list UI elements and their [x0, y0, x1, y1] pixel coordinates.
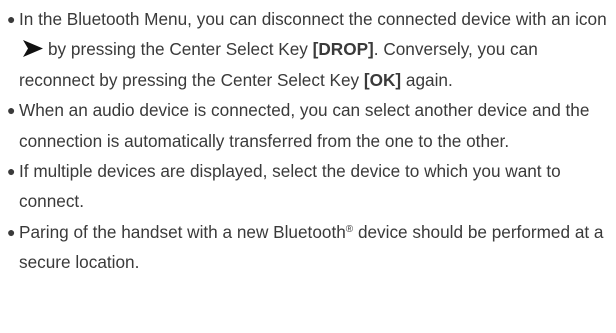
note-item: ● When an audio device is connected, you …: [7, 95, 612, 156]
bullet-icon: ●: [7, 163, 16, 180]
drop-key-label: [DROP]: [312, 39, 374, 60]
bullet-icon: ●: [7, 11, 16, 27]
note-item: ● Paring of the handset with a new Blueto…: [7, 217, 612, 278]
note-text: In the Bluetooth Menu, you can disconnec…: [19, 9, 607, 29]
connected-arrow-icon: [23, 40, 43, 58]
note-text: When an audio device is connected, you c…: [19, 100, 590, 151]
ok-key-label: [OK]: [363, 69, 402, 90]
note-text: again.: [405, 69, 453, 90]
note-text: by pressing the Center Select Key: [48, 39, 308, 60]
note-item: ● In the Bluetooth Menu, you can disconne…: [7, 4, 612, 95]
note-item: ● If multiple devices are displayed, sele…: [7, 156, 612, 217]
registered-mark: ®: [345, 223, 354, 235]
note-text: Paring of the handset with a new Bluetoo…: [19, 221, 346, 242]
bullet-icon: ●: [7, 102, 16, 119]
note-text: If multiple devices are displayed, selec…: [19, 161, 561, 212]
manual-page: ● In the Bluetooth Menu, you can disconne…: [0, 0, 616, 333]
notes-list: ● In the Bluetooth Menu, you can disconne…: [7, 4, 612, 278]
bullet-icon: ●: [7, 223, 16, 240]
